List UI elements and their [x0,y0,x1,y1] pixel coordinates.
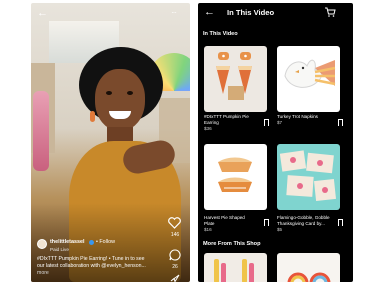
section-heading-in-video: In This Video [203,31,238,37]
bookmark-icon[interactable] [264,119,269,127]
product-card-3[interactable] [204,144,267,210]
product-card-6[interactable] [277,253,340,282]
back-icon[interactable]: ← [37,7,48,19]
more-options-icon[interactable]: ··· [171,8,177,17]
section-heading-more-from-shop: More From This Shop [203,241,261,247]
eye-right [127,91,133,95]
thanksgiving-card-image [279,150,336,201]
product-name-2[interactable]: Turkey Trot Napkins [277,114,318,119]
bookmark-icon[interactable] [338,219,343,227]
share-icon[interactable] [170,274,180,282]
avatar[interactable] [37,239,47,249]
product-name-1b[interactable]: Earring [204,120,219,125]
bookmark-icon[interactable] [338,119,343,127]
turkey-napkin-image [284,59,336,88]
like-count: 146 [170,232,180,238]
pie-plate-image [218,157,252,192]
rainbow-earring-image [287,272,331,282]
product-price-2: $7 [277,120,283,125]
caption-line-1: #DIxTTT Pumpkin Pie Earring! • Tune in t… [37,256,145,262]
back-icon[interactable]: ← [204,6,215,18]
bookmark-icon[interactable] [264,219,269,227]
caption-more-link[interactable]: more [37,270,49,277]
product-card-1[interactable] [204,46,267,112]
face [95,69,145,131]
product-card-2[interactable] [277,46,340,112]
username[interactable]: thelittletassel [50,239,84,246]
earring [90,111,95,122]
eye-left [106,91,112,95]
comment-icon[interactable] [169,249,181,261]
heart-icon[interactable] [168,217,181,229]
pink-garment [33,91,49,171]
product-name-3[interactable]: Harvest Pie Shaped [204,215,245,220]
product-name-4b[interactable]: Thanksgiving Card by... [277,221,325,226]
video-screen: ← ··· 146 26 thelittletassel • Follow Pa… [31,3,190,282]
page-title: In This Video [227,8,275,17]
shop-screen: ← In This Video In This Video #DIxTTT Pu… [198,3,353,282]
product-name-1[interactable]: #DIxTTT Pumpkin Pie [204,114,249,119]
product-price-1: $36 [204,126,212,131]
product-price-4: $5 [277,227,283,232]
product-card-4[interactable] [277,144,340,210]
user-subtitle: Paid Live [50,247,69,252]
cart-icon[interactable] [324,7,336,17]
verified-icon [89,240,94,245]
product-name-4[interactable]: Flamingo-Gobble, Gobble [277,215,330,220]
pumpkin-earring-image [216,52,252,100]
caption-line-2: our latest collaboration with @evelyn_he… [37,263,146,269]
earring-image [214,259,254,282]
comment-count: 26 [172,264,178,270]
product-price-3: $16 [204,227,212,232]
product-name-3b[interactable]: Plate [204,221,214,226]
product-card-5[interactable] [204,253,267,282]
follow-button[interactable]: • Follow [96,239,115,246]
